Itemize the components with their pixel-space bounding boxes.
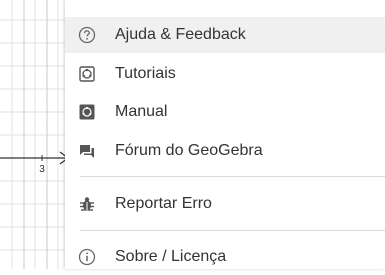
help-circle-icon [77, 25, 97, 45]
menu-item-about-license[interactable]: Sobre / Licença [65, 239, 385, 275]
bug-icon [77, 194, 97, 214]
menu-item-label: Ajuda & Feedback [115, 26, 246, 43]
tutorials-icon [77, 64, 97, 84]
menu-item-help-feedback[interactable]: Ajuda & Feedback [65, 17, 385, 53]
menu-item-report-bug[interactable]: Reportar Erro [65, 186, 385, 222]
menu-divider [80, 176, 385, 177]
menu-item-label: Sobre / Licença [115, 248, 227, 265]
manual-icon [77, 102, 97, 122]
axis-tick-label: 3 [39, 164, 45, 175]
menu-item-manual[interactable]: Manual [65, 94, 385, 130]
menu-item-label: Tutoriais [115, 65, 176, 82]
menu-item-label: Fórum do GeoGebra [115, 142, 263, 159]
menu-item-label: Manual [115, 103, 168, 120]
menu-item-label: Reportar Erro [115, 195, 212, 212]
menu-item-tutorials[interactable]: Tutoriais [65, 56, 385, 92]
forum-icon [77, 141, 97, 161]
menu-divider [80, 230, 385, 231]
help-menu: Ajuda & Feedback Tutoriais Manual Fórum … [65, 0, 385, 269]
info-icon [77, 247, 97, 267]
grid-lines [0, 0, 65, 269]
menu-item-forum[interactable]: Fórum do GeoGebra [65, 133, 385, 169]
